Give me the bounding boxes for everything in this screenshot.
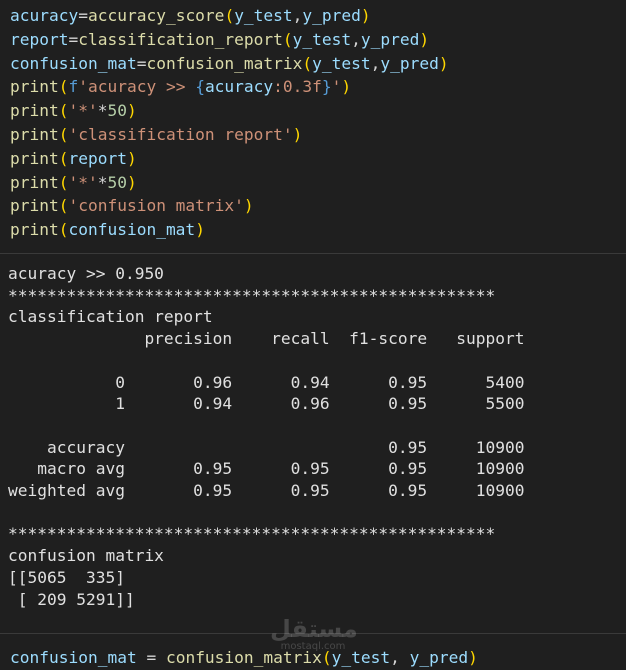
code-token: )	[126, 148, 137, 168]
code-token: :0.3f	[273, 77, 322, 97]
output-line: confusion matrix	[8, 546, 164, 566]
code-token: (	[224, 6, 235, 25]
watermark-arabic: مستقل	[270, 615, 358, 643]
output-line: precision recall f1-score support	[8, 329, 525, 349]
output-line: ****************************************…	[8, 524, 496, 544]
code-token: accuracy_score	[87, 6, 225, 25]
code-token: )	[243, 196, 254, 216]
code-line: print('*'*50)	[10, 99, 137, 123]
output-line: ****************************************…	[8, 285, 496, 305]
code-token: classification_report	[78, 29, 283, 49]
code-token: =	[136, 53, 147, 73]
code-token: )	[341, 77, 352, 97]
code-token: 'classification report'	[68, 125, 293, 144]
code-token: acuracy	[10, 6, 79, 25]
code-line: print(f'acuracy >> {acuracy:0.3f}')	[10, 75, 351, 99]
code-token: ,	[292, 6, 303, 25]
code-cell[interactable]: acuracy=accuracy_score(y_test,y_pred) rep…	[0, 0, 626, 252]
code-token: )	[292, 125, 303, 144]
code-token: print	[10, 172, 59, 192]
output-line: classification report	[8, 307, 213, 327]
code-token: y_test	[312, 53, 371, 73]
code-line: print('classification report')	[10, 123, 302, 147]
code-token: 'acuracy >>	[78, 77, 196, 97]
code-line: print('*'*50)	[10, 171, 137, 195]
code-token: )	[126, 172, 137, 192]
output-line: [[5065 335]	[8, 567, 125, 587]
code-line: print(report)	[10, 147, 137, 171]
code-token: )	[419, 29, 430, 49]
code-token: y_pred	[302, 6, 361, 25]
output-line: weighted avg 0.95 0.95 0.95 10900	[8, 481, 525, 500]
code-token: (	[302, 53, 313, 73]
code-token: (	[321, 648, 332, 667]
code-token: print	[10, 196, 59, 216]
code-token: y_test	[234, 6, 293, 25]
code-token: print	[10, 220, 59, 240]
code-line: acuracy=accuracy_score(y_test,y_pred)	[10, 4, 371, 28]
output-line: [ 209 5291]]	[8, 589, 135, 609]
code-line: report=classification_report(y_test,y_pr…	[10, 28, 429, 52]
code-token: report	[68, 148, 127, 168]
code-token: print	[10, 125, 59, 144]
code-token: y_test	[292, 29, 352, 49]
code-token: y_pred	[380, 53, 439, 73]
code-token: print	[10, 101, 59, 121]
code-token: )	[360, 6, 371, 25]
code-token: confusion_mat	[68, 220, 196, 240]
code-token: confusion_matrix	[165, 648, 322, 667]
code-token: '	[331, 77, 342, 97]
code-token: =	[136, 648, 166, 667]
code-token: 50	[107, 101, 127, 121]
output-line: 1 0.94 0.96 0.95 5500	[8, 394, 525, 414]
output-line: macro avg 0.95 0.95 0.95 10900	[8, 459, 525, 479]
code-token: y_pred	[409, 648, 469, 667]
code-token: 'confusion matrix'	[68, 196, 244, 216]
code-token: print	[10, 77, 59, 97]
output-line: 0 0.96 0.94 0.95 5400	[8, 372, 525, 392]
code-line: confusion_mat=confusion_matrix(y_test,y_…	[10, 52, 449, 76]
code-line: print(confusion_mat)	[10, 218, 205, 242]
code-token: '*'	[68, 101, 98, 121]
output-line: acuracy >> 0.950	[8, 264, 164, 283]
code-line: print('confusion matrix')	[10, 194, 254, 218]
output-cell: acuracy >> 0.950 ************************…	[0, 254, 626, 632]
code-token: report	[10, 29, 69, 49]
code-token: confusion_mat	[10, 53, 137, 73]
code-token: print	[10, 148, 59, 168]
code-token: confusion_mat	[10, 648, 137, 667]
code-token: (	[282, 29, 293, 49]
code-token: )	[468, 648, 478, 667]
next-code-line[interactable]: confusion_mat = confusion_matrix(y_test,…	[10, 646, 478, 670]
code-token: ,	[370, 53, 381, 73]
code-token: acuracy	[204, 77, 274, 97]
code-token: =	[68, 29, 79, 49]
code-token: y_pred	[360, 29, 420, 49]
code-token: 50	[107, 172, 127, 192]
code-token: f	[68, 77, 79, 97]
code-token: confusion_matrix	[146, 53, 303, 73]
code-token: )	[195, 220, 205, 240]
code-token: }	[321, 77, 332, 97]
code-token: y_test	[331, 648, 391, 667]
code-token: ,	[390, 648, 410, 667]
code-token: ,	[351, 29, 361, 49]
code-token: =	[78, 6, 88, 25]
output-line: accuracy 0.95 10900	[8, 437, 525, 457]
code-token: )	[126, 101, 137, 121]
code-token: '*'	[68, 172, 98, 192]
code-token: {	[195, 77, 205, 97]
code-token: )	[438, 53, 449, 73]
